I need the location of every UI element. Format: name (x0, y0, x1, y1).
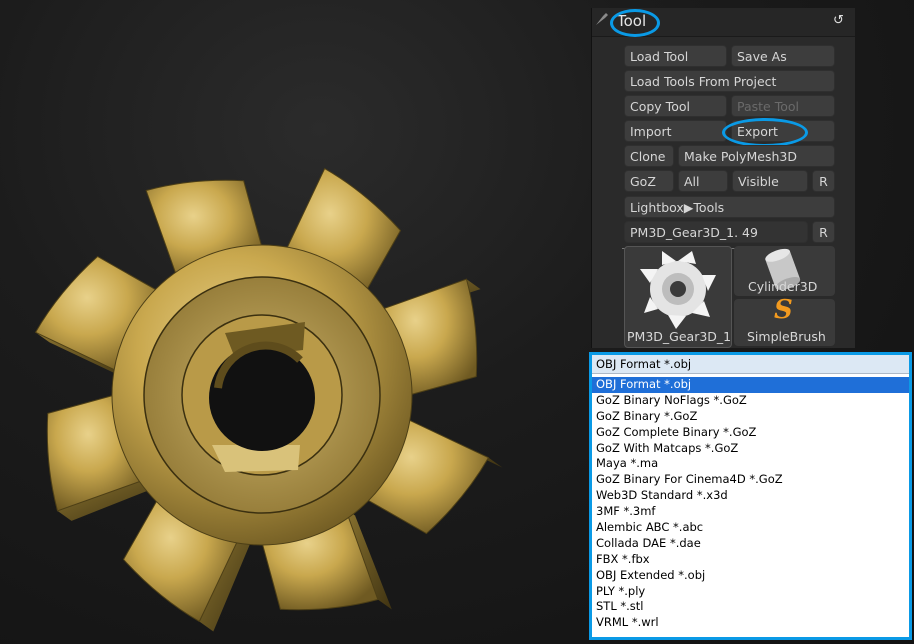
dropdown-option[interactable]: Alembic ABC *.abc (592, 520, 909, 536)
dropdown-option[interactable]: Maya *.ma (592, 456, 909, 472)
export-highlight-ring (722, 118, 808, 147)
dropdown-selected-value[interactable]: OBJ Format *.obj (592, 355, 909, 374)
tool-thumbnail-simplebrush[interactable]: S SimpleBrush (734, 295, 835, 346)
clone-button[interactable]: Clone (624, 145, 674, 167)
goz-visible-button[interactable]: Visible (732, 170, 808, 192)
slider-r-button[interactable]: R (812, 221, 835, 243)
dropdown-option[interactable]: Collada DAE *.dae (592, 536, 909, 552)
simplebrush-thumbnail-label: SimpleBrush (747, 329, 826, 344)
dropdown-option[interactable]: VRML *.wrl (592, 615, 909, 631)
current-tool-slider[interactable]: PM3D_Gear3D_1. 49 (624, 221, 808, 243)
tool-thumbnail-cylinder[interactable]: Cylinder3D (734, 246, 835, 296)
dropdown-option[interactable]: FBX *.fbx (592, 552, 909, 568)
cylinder-thumbnail-label: Cylinder3D (748, 279, 818, 294)
title-highlight-ring (610, 9, 660, 37)
brush-icon (596, 13, 608, 25)
dropdown-option[interactable]: STL *.stl (592, 599, 909, 615)
tool-thumbnail-gear[interactable]: PM3D_Gear3D_1 (624, 246, 732, 348)
paste-tool-button[interactable]: Paste Tool (731, 95, 835, 117)
simplebrush-icon: S (774, 295, 793, 325)
import-button[interactable]: Import (624, 120, 727, 142)
reset-icon[interactable]: ↺ (833, 13, 844, 28)
dropdown-option[interactable]: GoZ Binary For Cinema4D *.GoZ (592, 472, 909, 488)
goz-r-button[interactable]: R (812, 170, 835, 192)
save-as-button[interactable]: Save As (731, 45, 835, 67)
dropdown-option[interactable]: GoZ Binary *.GoZ (592, 409, 909, 425)
tool-palette: Tool ↺ Load Tool Save As Load Tools From… (591, 8, 855, 348)
dropdown-options-list: OBJ Format *.obj GoZ Binary NoFlags *.GoZ… (592, 377, 909, 631)
palette-header: Tool ↺ (592, 8, 855, 37)
dropdown-option[interactable]: Web3D Standard *.x3d (592, 488, 909, 504)
goz-all-button[interactable]: All (678, 170, 728, 192)
dropdown-option[interactable]: GoZ With Matcaps *.GoZ (592, 441, 909, 457)
make-polymesh3d-button[interactable]: Make PolyMesh3D (678, 145, 835, 167)
gear-thumbnail-label: PM3D_Gear3D_1 (627, 329, 732, 344)
dropdown-option[interactable]: GoZ Complete Binary *.GoZ (592, 425, 909, 441)
dropdown-option[interactable]: OBJ Extended *.obj (592, 568, 909, 584)
load-tool-button[interactable]: Load Tool (624, 45, 727, 67)
dropdown-option[interactable]: PLY *.ply (592, 584, 909, 600)
load-tools-from-project-button[interactable]: Load Tools From Project (624, 70, 835, 92)
export-format-dropdown[interactable]: OBJ Format *.obj OBJ Format *.obj GoZ Bin… (589, 352, 912, 640)
gear-thumbnail-icon (640, 251, 716, 329)
dropdown-option[interactable]: OBJ Format *.obj (592, 377, 909, 393)
dropdown-option[interactable]: 3MF *.3mf (592, 504, 909, 520)
dropdown-option[interactable]: GoZ Binary NoFlags *.GoZ (592, 393, 909, 409)
goz-button[interactable]: GoZ (624, 170, 674, 192)
lightbox-tools-button[interactable]: Lightbox▶Tools (624, 196, 835, 218)
copy-tool-button[interactable]: Copy Tool (624, 95, 727, 117)
